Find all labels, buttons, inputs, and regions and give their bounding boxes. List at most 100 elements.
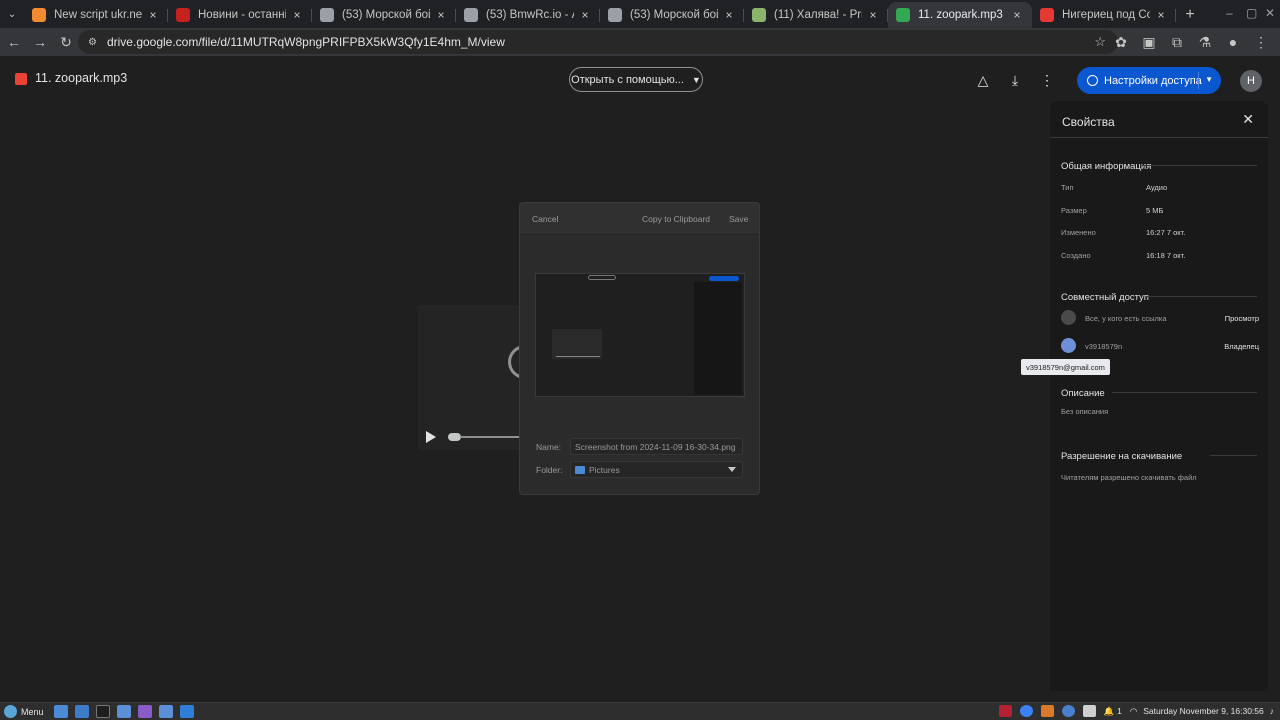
type-value: Аудио [1146,183,1168,192]
download-icon[interactable]: ⤓ [1006,71,1024,89]
share-row-owner: v3918579n Владелец [1061,338,1259,354]
cloud-icon[interactable] [1082,705,1096,717]
notification-icon[interactable]: 🔔 [1104,706,1115,717]
music-icon[interactable]: ♪ [1270,706,1274,716]
terminal-icon[interactable] [95,705,110,718]
tab-close-icon[interactable]: × [1010,8,1024,22]
screenshot-dialog: Cancel Copy to Clipboard Save Name: Scre… [519,202,760,495]
tab-title: 11. zoopark.mp3 - Google [918,9,1006,21]
preview-share [709,276,739,281]
site-info-icon[interactable]: ⚙ [88,37,97,48]
tab-search-button[interactable]: ⌄ [0,0,24,28]
type-label: Тип [1061,183,1074,192]
browser-tab[interactable]: Нигериец под Солями м × [1032,2,1176,28]
tab-close-icon[interactable]: × [866,8,880,22]
add-shortcut-icon[interactable]: △ [974,71,992,89]
wifi-icon[interactable]: ◠ [1130,706,1137,717]
filename-input[interactable]: Screenshot from 2024-11-09 16-30-34.png [570,438,743,455]
section-rule [1210,455,1257,456]
extensions-puzzle-icon[interactable]: ⧉ [1164,30,1190,54]
tab-close-icon[interactable]: × [722,8,736,22]
minimize-button[interactable]: – [1226,6,1233,20]
browser-tab[interactable]: (53) BmwRc.io - Аноним × [456,2,600,28]
tab-title: Новини - останні новини [198,9,286,21]
copy-to-clipboard-button[interactable]: Copy to Clipboard [642,214,710,224]
share-role: Владелец [1224,342,1259,351]
preview-seek [556,356,600,357]
clock[interactable]: Saturday November 9, 16:30:56 [1143,706,1264,716]
created-label: Создано [1061,251,1091,260]
mint-logo-icon [4,705,17,718]
start-menu-button[interactable]: Menu [4,705,44,718]
back-button[interactable]: ← [2,30,26,54]
user-avatar-icon[interactable] [1061,338,1076,353]
browser-tab[interactable]: (11) Халява! - Privnote на × [744,2,888,28]
browser-tab[interactable]: (53) Морской бой | Bmw × [600,2,744,28]
browser-tab[interactable]: (53) Морской бой | Стра × [312,2,456,28]
browser-tab[interactable]: New script ukr.net - Violent × [24,2,168,28]
taskbar: Menu 🔔 1 ◠ Saturday November 9, 16:30:56… [0,702,1280,720]
db-icon[interactable] [1061,705,1075,717]
tab-close-icon[interactable]: × [434,8,448,22]
tab-close-icon[interactable]: × [146,8,160,22]
share-caret-icon[interactable]: ▼ [1205,75,1213,84]
chrome-app-icon[interactable] [116,705,131,718]
open-with-button[interactable]: Открыть с помощью... ▼ [569,67,703,92]
reload-button[interactable]: ↻ [54,30,78,54]
tab-close-icon[interactable]: × [290,8,304,22]
profile-icon[interactable]: ● [1220,30,1246,54]
section-rule [1112,392,1257,393]
tab-favicon-icon [896,8,910,22]
browser-tab[interactable]: Новини - останні новини × [168,2,312,28]
show-desktop-icon[interactable] [53,705,68,718]
tab-strip: ⌄ New script ukr.net - Violent×Новини - … [0,0,1280,28]
forward-button[interactable]: → [28,30,52,54]
chevron-down-icon [728,467,736,472]
extension-2-icon[interactable]: ▣ [1136,30,1162,54]
tab-list: New script ukr.net - Violent×Новини - ос… [24,2,1176,28]
flag-us-icon[interactable] [998,705,1012,717]
menu-label: Menu [21,706,44,717]
url-text: drive.google.com/file/d/11MUTRqW8pngPRIF… [106,35,505,49]
tab-close-icon[interactable]: × [1154,8,1168,22]
tab-close-icon[interactable]: × [578,8,592,22]
modified-value: 16:27 7 окт. [1146,228,1186,237]
lab-icon[interactable]: ⚗ [1192,30,1218,54]
screenshot-preview [535,273,745,397]
section-rule [1142,165,1257,166]
save-button[interactable]: Save [729,214,748,224]
play-icon[interactable] [426,431,436,443]
browser-tab[interactable]: 11. zoopark.mp3 - Google × [888,2,1032,28]
account-avatar[interactable]: Н [1240,70,1262,92]
maximize-button[interactable]: ▢ [1246,6,1257,20]
share-row-link: Все, у кого есть ссылка Просмотр [1061,310,1259,326]
seek-track[interactable] [460,436,520,438]
folder-value: Pictures [589,464,620,475]
tab-favicon-icon [1040,8,1054,22]
image-viewer-icon[interactable] [158,705,173,718]
description-section-title: Описание [1061,388,1105,399]
sharing-section-title: Совместный доступ [1061,292,1149,303]
new-tab-button[interactable]: + [1176,2,1204,28]
media-player-icon[interactable] [137,705,152,718]
folder-icon [575,465,585,474]
chrome-tray-icon[interactable] [1019,705,1033,717]
shield-icon[interactable] [1040,705,1054,717]
tab-title: New script ukr.net - Violent [54,9,142,21]
more-options-icon[interactable]: ⋮ [1038,71,1056,89]
close-icon[interactable]: ✕ [1242,111,1254,128]
details-panel: Свойства ✕ Общая информация Тип Аудио Ра… [1050,101,1268,691]
extension-icon[interactable]: ✿ [1108,30,1134,54]
share-button[interactable]: Настройки доступа ▼ [1077,67,1221,94]
email-tooltip: v3918579n@gmail.com [1021,359,1110,375]
screenshot-app-icon[interactable] [179,705,194,718]
bookmark-star-icon[interactable]: ☆ [1094,34,1106,50]
folder-select[interactable]: Pictures [570,461,743,478]
cancel-button[interactable]: Cancel [532,214,558,224]
address-bar[interactable]: ⚙ drive.google.com/file/d/11MUTRqW8pngPR… [78,30,1118,54]
browser-menu-icon[interactable]: ⋮ [1248,30,1274,54]
tab-favicon-icon [176,8,190,22]
close-window-button[interactable]: ✕ [1265,6,1275,20]
files-icon[interactable] [74,705,89,718]
tab-favicon-icon [320,8,334,22]
